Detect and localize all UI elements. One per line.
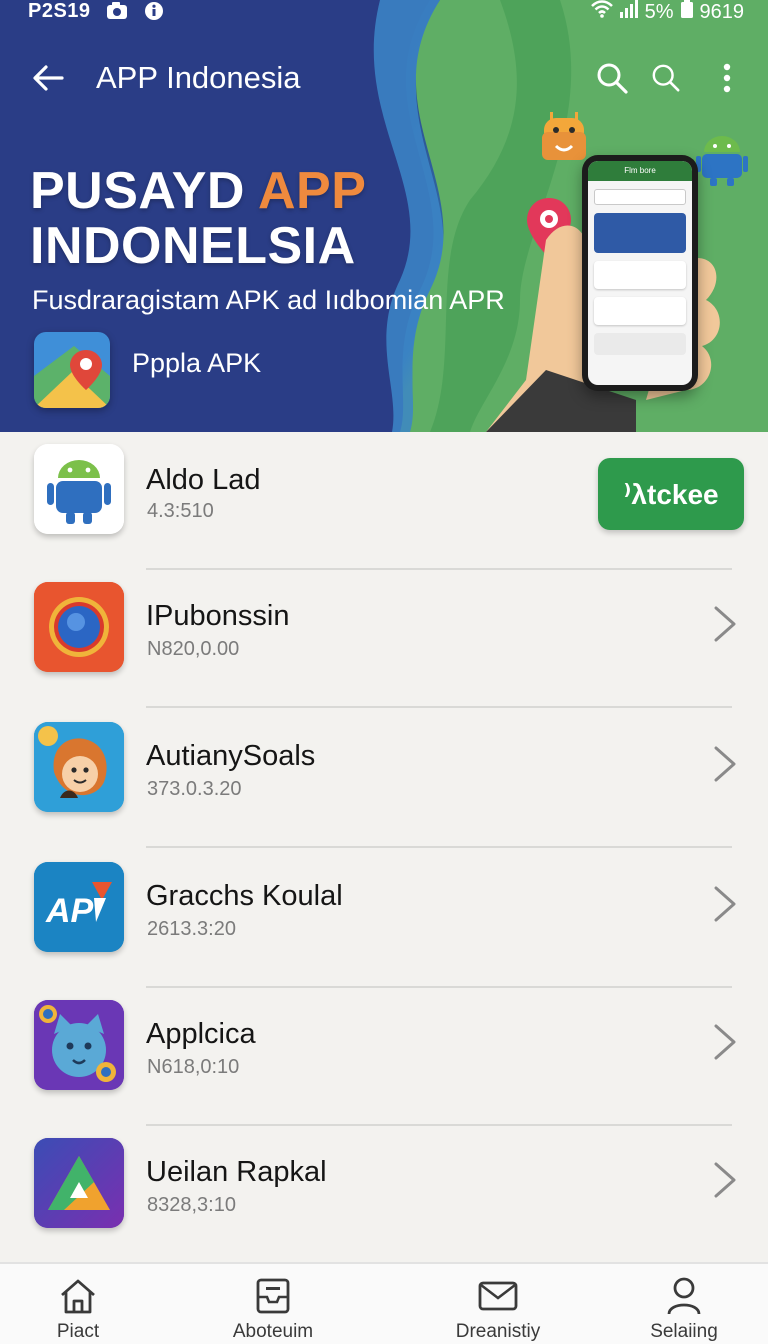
install-button[interactable]: ⁾λtckee	[598, 458, 744, 530]
app-name: IPubonssin	[146, 600, 290, 632]
wifi-icon	[590, 0, 613, 24]
status-time: P2S19	[28, 0, 91, 22]
home-icon	[56, 1274, 100, 1318]
hero-subtitle: Fusdraragistam APK ad Iıdbomian APR	[32, 285, 505, 315]
hero-title-part1: PUSAYD	[30, 162, 258, 220]
phone-illustration: Flm bore	[582, 155, 698, 391]
phone-search-mock	[594, 189, 686, 205]
signal-icon	[619, 0, 639, 24]
phone-header: Flm bore	[588, 161, 692, 181]
divider	[146, 846, 732, 848]
back-button[interactable]	[26, 56, 70, 100]
divider	[146, 706, 732, 708]
nav-item-inbox[interactable]: Aboteuim	[218, 1264, 328, 1344]
phone-card-mock	[594, 213, 686, 253]
app-icon	[34, 444, 124, 534]
chrome-style-icon	[34, 582, 124, 672]
search-button-secondary[interactable]	[644, 56, 688, 100]
nav-item-mail[interactable]: Dreanistiy	[440, 1264, 556, 1344]
app-name: Applcica	[146, 1018, 256, 1050]
app-version: 4.3:510	[147, 500, 214, 522]
bottom-navigation: Piact Aboteuim Dreanistiy Selaiing	[0, 1262, 768, 1344]
cat-face-icon	[34, 1000, 124, 1090]
app-icon	[34, 582, 124, 672]
maps-pin-icon	[34, 332, 110, 408]
phone-screen: Flm bore	[588, 161, 692, 385]
chevron-right-icon[interactable]	[708, 604, 740, 644]
apk-logo-icon: AP	[34, 862, 124, 952]
app-version: 373.0.3.20	[147, 778, 242, 800]
search-button[interactable]	[590, 56, 634, 100]
android-robot-icon	[34, 444, 124, 534]
list-item[interactable]: IPubonssin N820,0.00	[0, 570, 768, 708]
more-vertical-icon	[723, 63, 731, 93]
app-version: 2613.3:20	[147, 918, 236, 940]
hero-title: PUSAYD APP INDONELSIA	[30, 164, 510, 274]
app-list: Aldo Lad 4.3:510 ⁾λtckee IPubonssin N820…	[0, 432, 768, 1264]
inbox-tray-icon	[251, 1274, 295, 1318]
app-name: Aldo Lad	[146, 464, 261, 496]
phone-row-mock	[594, 261, 686, 289]
back-arrow-icon	[33, 65, 64, 91]
battery-icon	[680, 0, 694, 24]
search-icon	[597, 63, 628, 94]
app-name: Ueilan Rapkal	[146, 1156, 327, 1188]
phone-row-mock	[594, 333, 686, 355]
page-title: APP Indonesia	[96, 60, 301, 95]
app-name: Gracchs Koulal	[146, 880, 343, 912]
nav-item-home[interactable]: Piact	[38, 1264, 118, 1344]
info-notification-icon	[144, 1, 164, 21]
list-item[interactable]: Ueilan Rapkal 8328,3:10	[0, 1126, 768, 1264]
phone-row-mock	[594, 297, 686, 325]
person-icon	[662, 1274, 706, 1318]
app-name: AutianySoals	[146, 740, 316, 772]
app-version: 8328,3:10	[147, 1194, 236, 1216]
nav-label: Selaiing	[650, 1321, 718, 1342]
featured-app-icon[interactable]	[34, 332, 110, 408]
list-item[interactable]: Applcica N618,0:10	[0, 988, 768, 1126]
app-version: N820,0.00	[147, 638, 240, 660]
cartoon-face-icon	[34, 722, 124, 812]
nav-label: Piact	[56, 1321, 100, 1342]
triangle-logo-icon	[34, 1138, 124, 1228]
chevron-right-icon[interactable]	[708, 744, 740, 784]
camera-notification-icon	[106, 1, 127, 21]
android-robot-blue-icon	[696, 136, 748, 186]
status-right: 5% 9619	[590, 0, 745, 24]
app-icon	[34, 1138, 124, 1228]
list-item[interactable]: Aldo Lad 4.3:510 ⁾λtckee	[0, 432, 768, 570]
svg-text:AP: AP	[45, 892, 94, 930]
status-right-time: 9619	[699, 0, 745, 23]
nav-label: Aboteuim	[232, 1321, 314, 1342]
list-item[interactable]: AP Gracchs Koulal 2613.3:20	[0, 850, 768, 988]
app-version: N618,0:10	[147, 1056, 240, 1078]
mail-icon	[476, 1274, 520, 1318]
chevron-right-icon[interactable]	[708, 884, 740, 924]
overflow-menu-button[interactable]	[705, 56, 749, 100]
list-item[interactable]: AutianySoals 373.0.3.20	[0, 710, 768, 848]
featured-app-label: Pppla APK	[132, 348, 262, 378]
toolbar: APP Indonesia	[0, 52, 768, 104]
battery-percent: 5%	[644, 0, 674, 23]
status-bar: P2S19 5% 9619	[0, 0, 768, 26]
nav-item-profile[interactable]: Selaiing	[634, 1264, 734, 1344]
app-icon: AP	[34, 862, 124, 952]
hero-banner: P2S19 5% 9619 APP Indonesia PUSAYD APP I…	[0, 0, 768, 432]
search-icon	[652, 64, 680, 92]
hero-title-accent: APP	[257, 162, 367, 220]
chevron-right-icon[interactable]	[708, 1160, 740, 1200]
chevron-right-icon[interactable]	[708, 1022, 740, 1062]
hero-title-line2: INDONELSIA	[30, 217, 356, 275]
android-robot-orange-icon	[542, 112, 586, 160]
app-icon	[34, 722, 124, 812]
nav-label: Dreanistiy	[455, 1321, 541, 1342]
app-icon	[34, 1000, 124, 1090]
